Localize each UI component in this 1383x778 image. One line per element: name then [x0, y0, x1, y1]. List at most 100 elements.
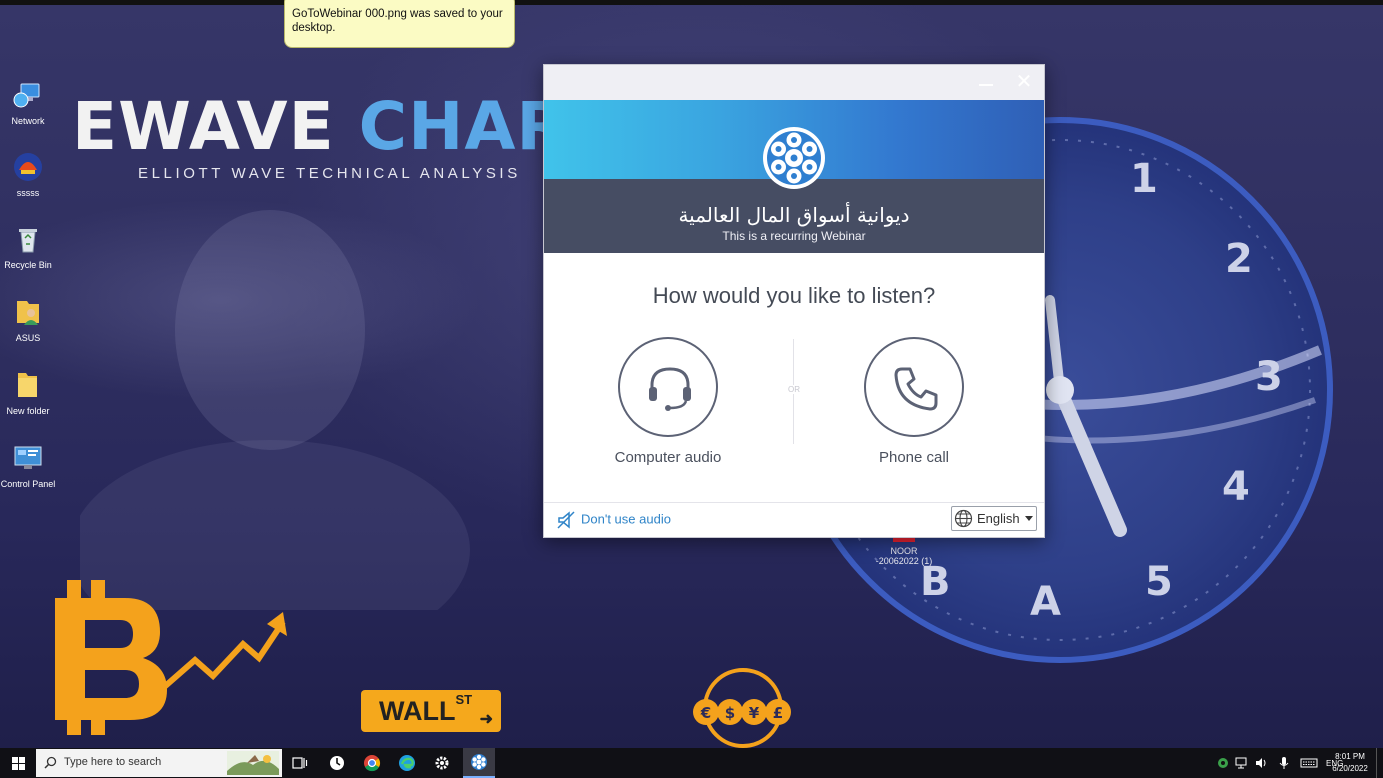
language-value: English — [977, 511, 1020, 526]
phone-call-circle — [864, 337, 964, 437]
taskbar-time: 8:01 PM — [1335, 752, 1365, 761]
desktop-icon-sssss[interactable]: sssss — [0, 152, 56, 198]
globe-icon — [954, 509, 973, 528]
desktop-icon-label: ASUS — [15, 333, 41, 343]
taskbar-clock[interactable]: 8:01 PM 6/20/2022 — [1328, 751, 1372, 775]
wallpaper-subtitle: ELLIOTT WAVE TECHNICAL ANALYSIS — [138, 165, 521, 182]
save-notification-text: GoToWebinar 000.png was saved to your de… — [292, 8, 503, 34]
file-label-line2: -20062022 (1) — [875, 556, 933, 566]
computer-audio-circle — [618, 337, 718, 437]
phone-icon — [894, 367, 938, 411]
desktop-icon-label: Recycle Bin — [4, 260, 52, 270]
top-border — [0, 0, 1383, 5]
computer-audio-option[interactable]: Computer audio — [598, 337, 738, 466]
system-tray: ENG — [1216, 748, 1343, 778]
dont-use-audio-link[interactable]: Don't use audio — [557, 511, 671, 529]
wall-street-sup: ST — [455, 692, 473, 707]
desktop-icon-new-folder[interactable]: New folder — [0, 370, 56, 416]
dont-use-audio-label: Don't use audio — [581, 511, 671, 527]
microphone-icon[interactable] — [1278, 756, 1290, 770]
desktop-icon-recycle-bin[interactable]: Recycle Bin — [0, 224, 56, 270]
wallpaper-title-word1: EWAVE — [72, 88, 335, 165]
chrome-icon — [364, 755, 380, 772]
clock-number-3: 3 — [1255, 354, 1283, 400]
desktop-icon-asus[interactable]: ASUS — [0, 297, 56, 343]
currency-dollar: $ — [725, 704, 735, 722]
edge-icon — [399, 755, 415, 771]
desktop-icon-control-panel[interactable]: Control Panel — [0, 443, 56, 489]
arrow-right-icon: ➜ — [479, 711, 494, 728]
desktop-icon-label: Network — [11, 116, 45, 126]
dialog-footer: Don't use audio English — [544, 502, 1044, 538]
network-icon — [13, 83, 40, 108]
header-band — [544, 100, 1044, 189]
currency-pound: £ — [773, 704, 783, 722]
computer-audio-label: Computer audio — [614, 449, 722, 466]
recycle-bin-icon — [19, 229, 37, 253]
webinar-title: ديوانية أسواق المال العالمية — [678, 203, 910, 227]
dialog-titlebar[interactable]: ✕ — [544, 65, 1044, 100]
wallpaper-title: EWAVE CHART — [72, 88, 611, 165]
listen-question: How would you like to listen? — [652, 283, 936, 308]
task-view-icon — [292, 757, 308, 769]
control-panel-icon — [14, 446, 42, 469]
taskbar: Type here to search ENG 8:01 PM 6/20/202… — [0, 748, 1383, 778]
audio-options: Computer audio OR Phone call — [544, 309, 1044, 479]
taskbar-date: 6/20/2022 — [1332, 764, 1368, 773]
currency-euro: € — [700, 704, 711, 722]
wallpaper-silhouette — [80, 210, 470, 610]
headset-icon — [649, 367, 691, 411]
keyboard-icon[interactable] — [1300, 757, 1318, 769]
clock-letter-a: A — [1030, 579, 1061, 625]
file-label-line1: NOOR — [890, 546, 918, 556]
app-icon — [14, 153, 42, 181]
taskbar-search-box[interactable]: Type here to search — [36, 749, 282, 777]
taskbar-gotowebinar[interactable] — [463, 748, 495, 778]
search-highlight-icon — [227, 751, 279, 775]
chevron-down-icon — [1025, 516, 1033, 521]
desktop-icon-label: Control Panel — [0, 479, 56, 489]
minimize-button[interactable] — [976, 73, 996, 93]
taskbar-settings[interactable] — [427, 748, 457, 778]
mute-speaker-icon — [557, 511, 575, 529]
wall-street-badge: WALLST ➜ — [361, 690, 501, 732]
taskbar-clock-app[interactable] — [322, 748, 352, 778]
desktop-icon-network[interactable]: Network — [0, 80, 56, 126]
phone-call-option[interactable]: Phone call — [844, 337, 984, 466]
notifications-button[interactable] — [1376, 748, 1383, 778]
windows-icon — [11, 756, 25, 770]
clock-app-icon — [330, 756, 344, 770]
taskbar-edge[interactable] — [392, 748, 422, 778]
save-notification[interactable]: GoToWebinar 000.png was saved to your de… — [284, 0, 515, 48]
desktop-icon-label: sssss — [16, 188, 40, 198]
close-button[interactable]: ✕ — [1013, 72, 1035, 94]
clock-number-1: 1 — [1130, 156, 1158, 202]
gotowebinar-logo-icon — [763, 127, 825, 189]
tray-app-icon[interactable] — [1216, 756, 1230, 770]
desktop-icon-label: New folder — [6, 406, 50, 416]
clock-number-2: 2 — [1225, 236, 1253, 282]
gotowebinar-icon — [471, 754, 487, 770]
bitcoin-icon — [55, 580, 287, 735]
volume-icon[interactable] — [1254, 756, 1268, 770]
or-separator: OR — [784, 385, 804, 394]
start-button[interactable] — [0, 748, 36, 778]
search-placeholder: Type here to search — [64, 756, 162, 768]
audio-setup-dialog: ✕ ديوانية أسواق المال العالمية This is a… — [543, 64, 1045, 538]
phone-call-label: Phone call — [878, 449, 950, 466]
webinar-header: ديوانية أسواق المال العالمية This is a r… — [544, 179, 1044, 253]
webinar-subtitle: This is a recurring Webinar — [722, 229, 866, 243]
network-tray-icon[interactable] — [1234, 756, 1248, 770]
search-icon — [44, 756, 57, 769]
clock-number-5: 5 — [1145, 559, 1173, 605]
currency-yen: ¥ — [749, 704, 760, 722]
taskbar-chrome[interactable] — [357, 748, 387, 778]
currency-exchange-icon: € $ ¥ £ — [693, 668, 791, 748]
language-select[interactable]: English — [951, 506, 1037, 531]
folder-icon — [18, 373, 37, 397]
wall-street-label: WALL — [379, 696, 456, 726]
settings-icon — [435, 756, 449, 770]
user-folder-icon — [17, 301, 39, 325]
clock-number-4: 4 — [1222, 464, 1250, 510]
task-view-button[interactable] — [286, 748, 314, 778]
